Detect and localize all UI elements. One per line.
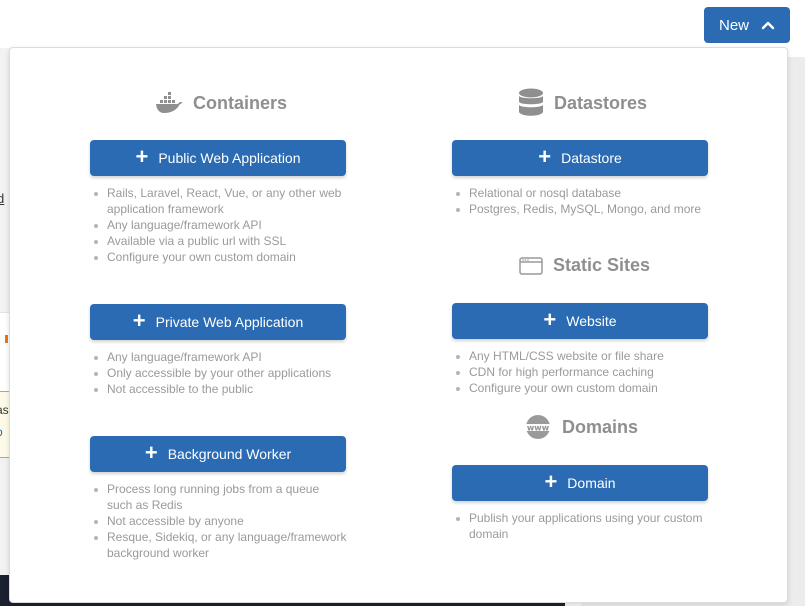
feature-item: Not accessible to the public [94, 381, 347, 397]
database-icon [519, 88, 543, 116]
private-web-application-button[interactable]: + Private Web Application [90, 304, 346, 340]
feature-item: Any language/framework API [94, 217, 347, 233]
datastore-label: Datastore [561, 150, 622, 166]
public-web-application-features: Rails, Laravel, React, Vue, or any other… [90, 185, 347, 265]
website-features: Any HTML/CSS website or file share CDN f… [452, 348, 709, 396]
browser-window-icon [519, 256, 543, 275]
docker-whale-icon [156, 92, 183, 113]
feature-item: Only accessible by your other applicatio… [94, 365, 347, 381]
feature-item: CDN for high performance caching [456, 364, 709, 380]
plus-icon: + [543, 307, 557, 332]
plus-icon: + [544, 469, 558, 494]
background-worker-features: Process long running jobs from a queue s… [90, 481, 347, 561]
feature-item: Any HTML/CSS website or file share [456, 348, 709, 364]
feature-item: Any language/framework API [94, 349, 347, 365]
svg-text:www: www [527, 424, 550, 433]
plus-icon: + [538, 144, 552, 169]
background-page-right [788, 57, 805, 606]
plus-icon: + [132, 308, 146, 333]
www-globe-icon: www [524, 415, 552, 439]
private-web-application-features: Any language/framework API Only accessib… [90, 349, 347, 397]
static-sites-title: Static Sites [553, 255, 651, 275]
feature-item: Rails, Laravel, React, Vue, or any other… [94, 185, 347, 217]
feature-item: Publish your applications using your cus… [456, 510, 709, 542]
feature-item: Not accessible by anyone [94, 513, 347, 529]
domain-label: Domain [567, 475, 616, 491]
datastores-title: Datastores [554, 92, 648, 113]
datastore-button[interactable]: + Datastore [452, 140, 708, 176]
feature-item: Relational or nosql database [456, 185, 709, 201]
background-worker-label: Background Worker [167, 446, 292, 462]
new-button-label: New [718, 16, 749, 34]
new-resource-dropdown: Containers + Public Web Application Rail… [9, 47, 788, 603]
domains-title: Domains [562, 416, 639, 437]
plus-icon: + [135, 144, 149, 169]
private-web-application-label: Private Web Application [155, 314, 304, 330]
datastore-features: Relational or nosql database Postgres, R… [452, 185, 709, 217]
alert-text-fragment: as [0, 403, 9, 417]
feature-item: Available via a public url with SSL [94, 233, 347, 249]
datastores-heading: Datastores [518, 88, 647, 118]
website-button[interactable]: + Website [452, 303, 708, 339]
public-web-application-label: Public Web Application [158, 150, 301, 166]
public-web-application-button[interactable]: + Public Web Application [90, 140, 346, 176]
containers-title: Containers [193, 92, 288, 113]
chevron-up-icon [761, 21, 775, 30]
feature-item: Configure your own custom domain [456, 380, 709, 396]
plus-icon: + [144, 440, 158, 465]
background-marker-fragment [5, 335, 8, 343]
domains-heading: www Domains [524, 414, 638, 440]
background-worker-button[interactable]: + Background Worker [90, 436, 346, 472]
background-link-fragment[interactable]: d [0, 191, 4, 206]
domain-button[interactable]: + Domain [452, 465, 708, 501]
domain-features: Publish your applications using your cus… [452, 510, 709, 542]
website-label: Website [566, 313, 617, 329]
feature-item: Resque, Sidekiq, or any language/framewo… [94, 530, 347, 560]
feature-item: Configure your own custom domain [94, 249, 347, 265]
alert-link-fragment[interactable]: b [0, 425, 3, 439]
containers-heading: Containers [155, 92, 287, 114]
feature-item: Postgres, Redis, MySQL, Mongo, and more [456, 201, 709, 217]
feature-item: Process long running jobs from a queue s… [94, 481, 347, 513]
static-sites-heading: Static Sites [519, 255, 650, 276]
new-button[interactable]: New [704, 7, 790, 43]
